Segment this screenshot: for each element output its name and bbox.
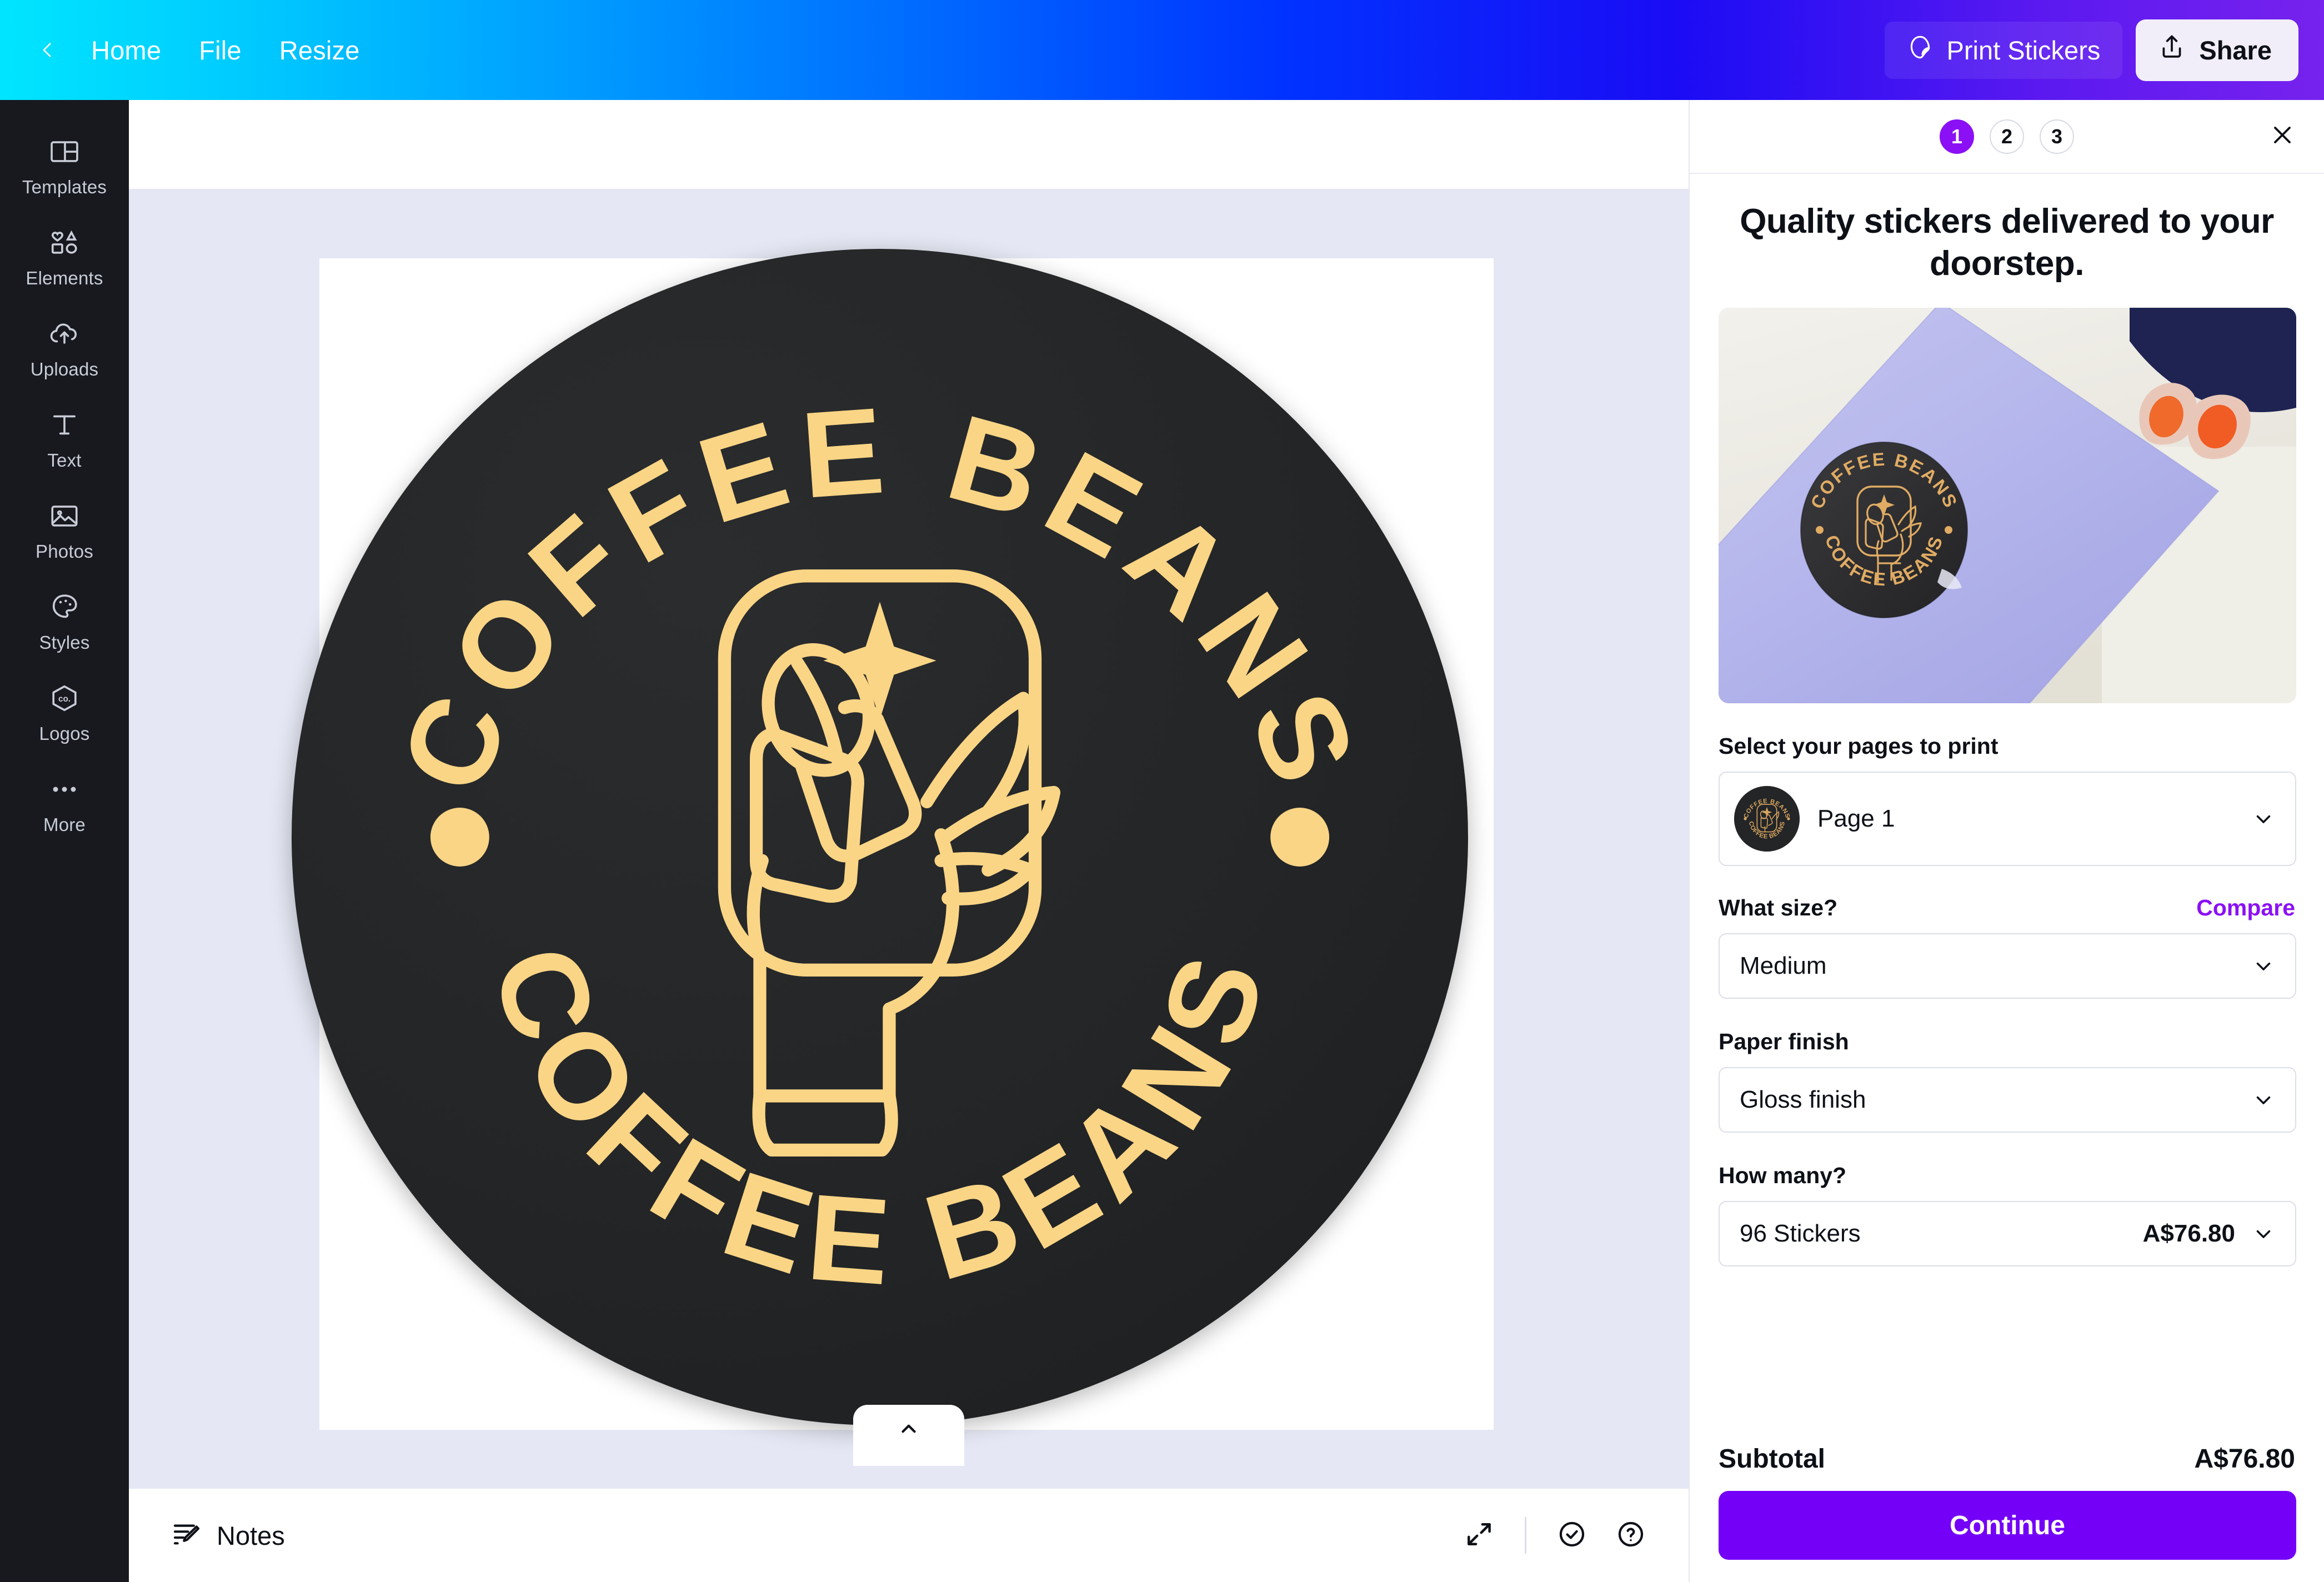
coffee-beans-sticker-design[interactable]: COFFEE BEANS COFFEE BEANS (292, 249, 1468, 1425)
sidebar-item-photos[interactable]: Photos (0, 484, 129, 575)
menu-item-home[interactable]: Home (72, 26, 180, 74)
sidebar-label-elements: Elements (26, 268, 103, 288)
size-label-row: What size? Compare (1719, 895, 2295, 921)
panel-header: 1 2 3 (1690, 100, 2324, 174)
sidebar-label-uploads: Uploads (30, 359, 99, 379)
sidebar-item-templates[interactable]: Templates (0, 120, 129, 211)
sidebar-label-logos: Logos (39, 723, 90, 744)
page-thumbnail: COFFEE BEANS COFFEE BEANS (1734, 785, 1800, 852)
step-indicator: 1 2 3 (1940, 119, 2074, 154)
canvas-collapse-handle[interactable] (853, 1405, 964, 1466)
bottom-toolbar-right-group (1452, 1509, 1657, 1562)
back-chevron-icon[interactable] (31, 33, 64, 67)
subtotal-row: Subtotal A$76.80 (1719, 1423, 2295, 1491)
sidebar-item-uploads[interactable]: Uploads (0, 302, 129, 393)
artboard-page-1[interactable]: COFFEE BEANS COFFEE BEANS (292, 249, 1494, 1430)
more-dots-icon (47, 772, 82, 807)
share-label: Share (2199, 35, 2272, 65)
sidebar-label-photos: Photos (36, 541, 93, 562)
quantity-select[interactable]: 96 Stickers A$76.80 (1719, 1200, 2296, 1266)
panel-title: Quality stickers delivered to your doors… (1740, 202, 2274, 283)
chevron-down-icon-quantity (2252, 1222, 2275, 1245)
palette-icon (47, 590, 82, 624)
page-select-value: Page 1 (1817, 804, 1895, 832)
sidebar-item-elements[interactable]: Elements (0, 211, 129, 302)
finish-label: Paper finish (1719, 1028, 1849, 1054)
svg-text:co.: co. (58, 694, 71, 704)
design-canvas-area[interactable]: COFFEE BEANS COFFEE BEANS (129, 100, 1689, 1489)
top-header-bar: Home File Resize Print Stickers Share (0, 0, 2324, 100)
chevron-down-icon-size (2252, 954, 2275, 978)
panel-footer: Subtotal A$76.80 Continue (1690, 1423, 2324, 1582)
expand-arrows-icon (1464, 1519, 1495, 1553)
sidebar-item-styles[interactable]: Styles (0, 575, 129, 667)
help-button[interactable] (1604, 1509, 1657, 1562)
sidebar-label-text: Text (47, 450, 82, 470)
print-order-panel: 1 2 3 Quality stickers delivered to your… (1689, 100, 2324, 1582)
notes-pencil-icon (171, 1519, 202, 1553)
pages-label: Select your pages to print (1719, 733, 1999, 759)
toolbar-divider (1525, 1517, 1526, 1554)
chevron-down-icon-page (2252, 807, 2275, 830)
left-sidebar-rail: Templates Elements Uploads Text Photos S… (0, 100, 129, 1582)
share-button[interactable]: Share (2136, 19, 2298, 81)
notes-label: Notes (217, 1520, 285, 1550)
quantity-price: A$76.80 (2142, 1219, 2235, 1247)
quantity-select-value: 96 Stickers (1740, 1219, 1861, 1247)
share-upload-icon (2158, 33, 2186, 67)
continue-button[interactable]: Continue (1719, 1491, 2296, 1560)
size-select-value: Medium (1740, 952, 1827, 979)
quantity-label: How many? (1719, 1162, 1847, 1188)
help-question-circle-icon (1615, 1519, 1646, 1553)
saved-status-button[interactable] (1545, 1509, 1599, 1562)
svg-text:COFFEE BEANS: COFFEE BEANS (374, 381, 1386, 810)
sidebar-label-more: More (43, 814, 86, 835)
size-select[interactable]: Medium (1719, 933, 2296, 999)
close-x-icon (2269, 122, 2296, 151)
svg-text:COFFEE BEANS: COFFEE BEANS (466, 930, 1293, 1311)
compare-link[interactable]: Compare (2196, 895, 2295, 921)
fullscreen-button[interactable] (1452, 1509, 1506, 1562)
sidebar-label-styles: Styles (39, 632, 90, 653)
chevron-down-icon-finish (2252, 1088, 2275, 1112)
sidebar-item-logos[interactable]: co. Logos (0, 667, 129, 758)
header-right-group: Print Stickers Share (1884, 19, 2324, 81)
sticker-peel-icon (1907, 34, 1934, 67)
finish-select-value: Gloss finish (1740, 1085, 1866, 1113)
page-select[interactable]: COFFEE BEANS COFFEE BEANS Page 1 (1719, 771, 2296, 866)
text-t-icon (47, 408, 82, 442)
elements-shapes-icon (47, 226, 82, 260)
hero-product-photo: COFFEE BEANS COFFEE BEANS (1719, 307, 2296, 703)
menu-item-file[interactable]: File (180, 26, 261, 74)
print-stickers-button[interactable]: Print Stickers (1884, 21, 2123, 79)
photo-image-icon (47, 499, 82, 533)
cloud-upload-icon (47, 317, 82, 351)
panel-body: Quality stickers delivered to your doors… (1690, 174, 2324, 1423)
chevron-up-icon (897, 1417, 920, 1443)
sidebar-item-text[interactable]: Text (0, 393, 129, 484)
step-1[interactable]: 1 (1940, 119, 1974, 154)
subtotal-label: Subtotal (1719, 1444, 1825, 1474)
sidebar-label-templates: Templates (22, 177, 107, 197)
subtotal-value: A$76.80 (2194, 1444, 2295, 1474)
notes-button[interactable]: Notes (154, 1508, 302, 1564)
menu-item-resize[interactable]: Resize (261, 26, 379, 74)
check-circle-icon (1556, 1519, 1587, 1553)
print-stickers-label: Print Stickers (1946, 35, 2101, 65)
header-left-group: Home File Resize (0, 26, 379, 74)
step-2[interactable]: 2 (1990, 119, 2024, 154)
hexagon-co-icon: co. (47, 681, 82, 715)
close-panel-button[interactable] (2260, 114, 2305, 159)
bottom-toolbar: Notes (129, 1489, 1689, 1582)
sidebar-item-more[interactable]: More (0, 758, 129, 849)
templates-layout-icon (47, 134, 82, 169)
finish-select[interactable]: Gloss finish (1719, 1067, 2296, 1133)
size-label: What size? (1719, 894, 1838, 920)
step-3[interactable]: 3 (2040, 119, 2074, 154)
